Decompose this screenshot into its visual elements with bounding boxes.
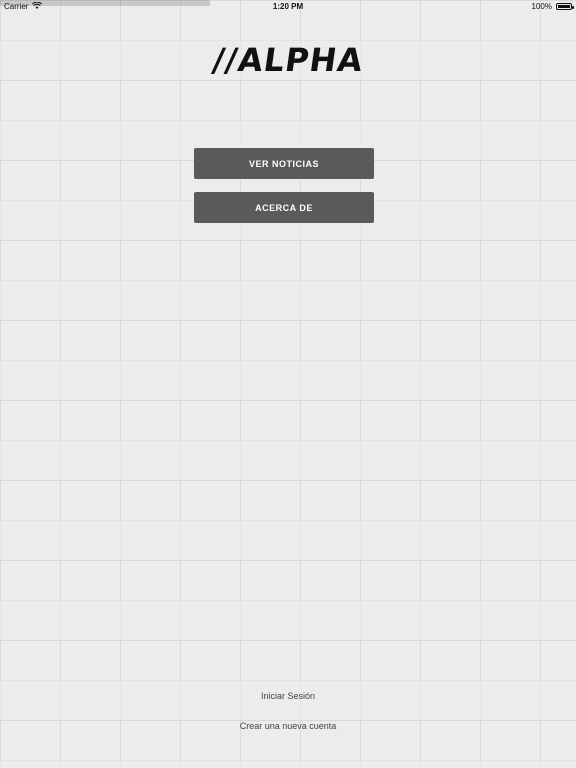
status-right: 100%: [531, 1, 574, 11]
ver-noticias-button[interactable]: VER NOTICIAS: [194, 148, 374, 179]
brick-wall-shading: [0, 0, 576, 768]
battery-icon: [556, 2, 574, 10]
battery-fill: [558, 4, 570, 8]
crear-cuenta-link[interactable]: Crear una nueva cuenta: [0, 721, 576, 731]
status-time: 1:20 PM: [272, 1, 304, 11]
alpha-logo: //ALPHA: [210, 41, 366, 79]
acerca-de-button[interactable]: ACERCA DE: [194, 192, 374, 223]
iniciar-sesion-link[interactable]: Iniciar Sesión: [0, 691, 576, 701]
brick-wall-background: [0, 0, 576, 768]
status-bar: Carrier 1:20 PM 100%: [0, 0, 576, 12]
status-top-line: [0, 0, 210, 6]
battery-percent: 100%: [531, 1, 552, 11]
